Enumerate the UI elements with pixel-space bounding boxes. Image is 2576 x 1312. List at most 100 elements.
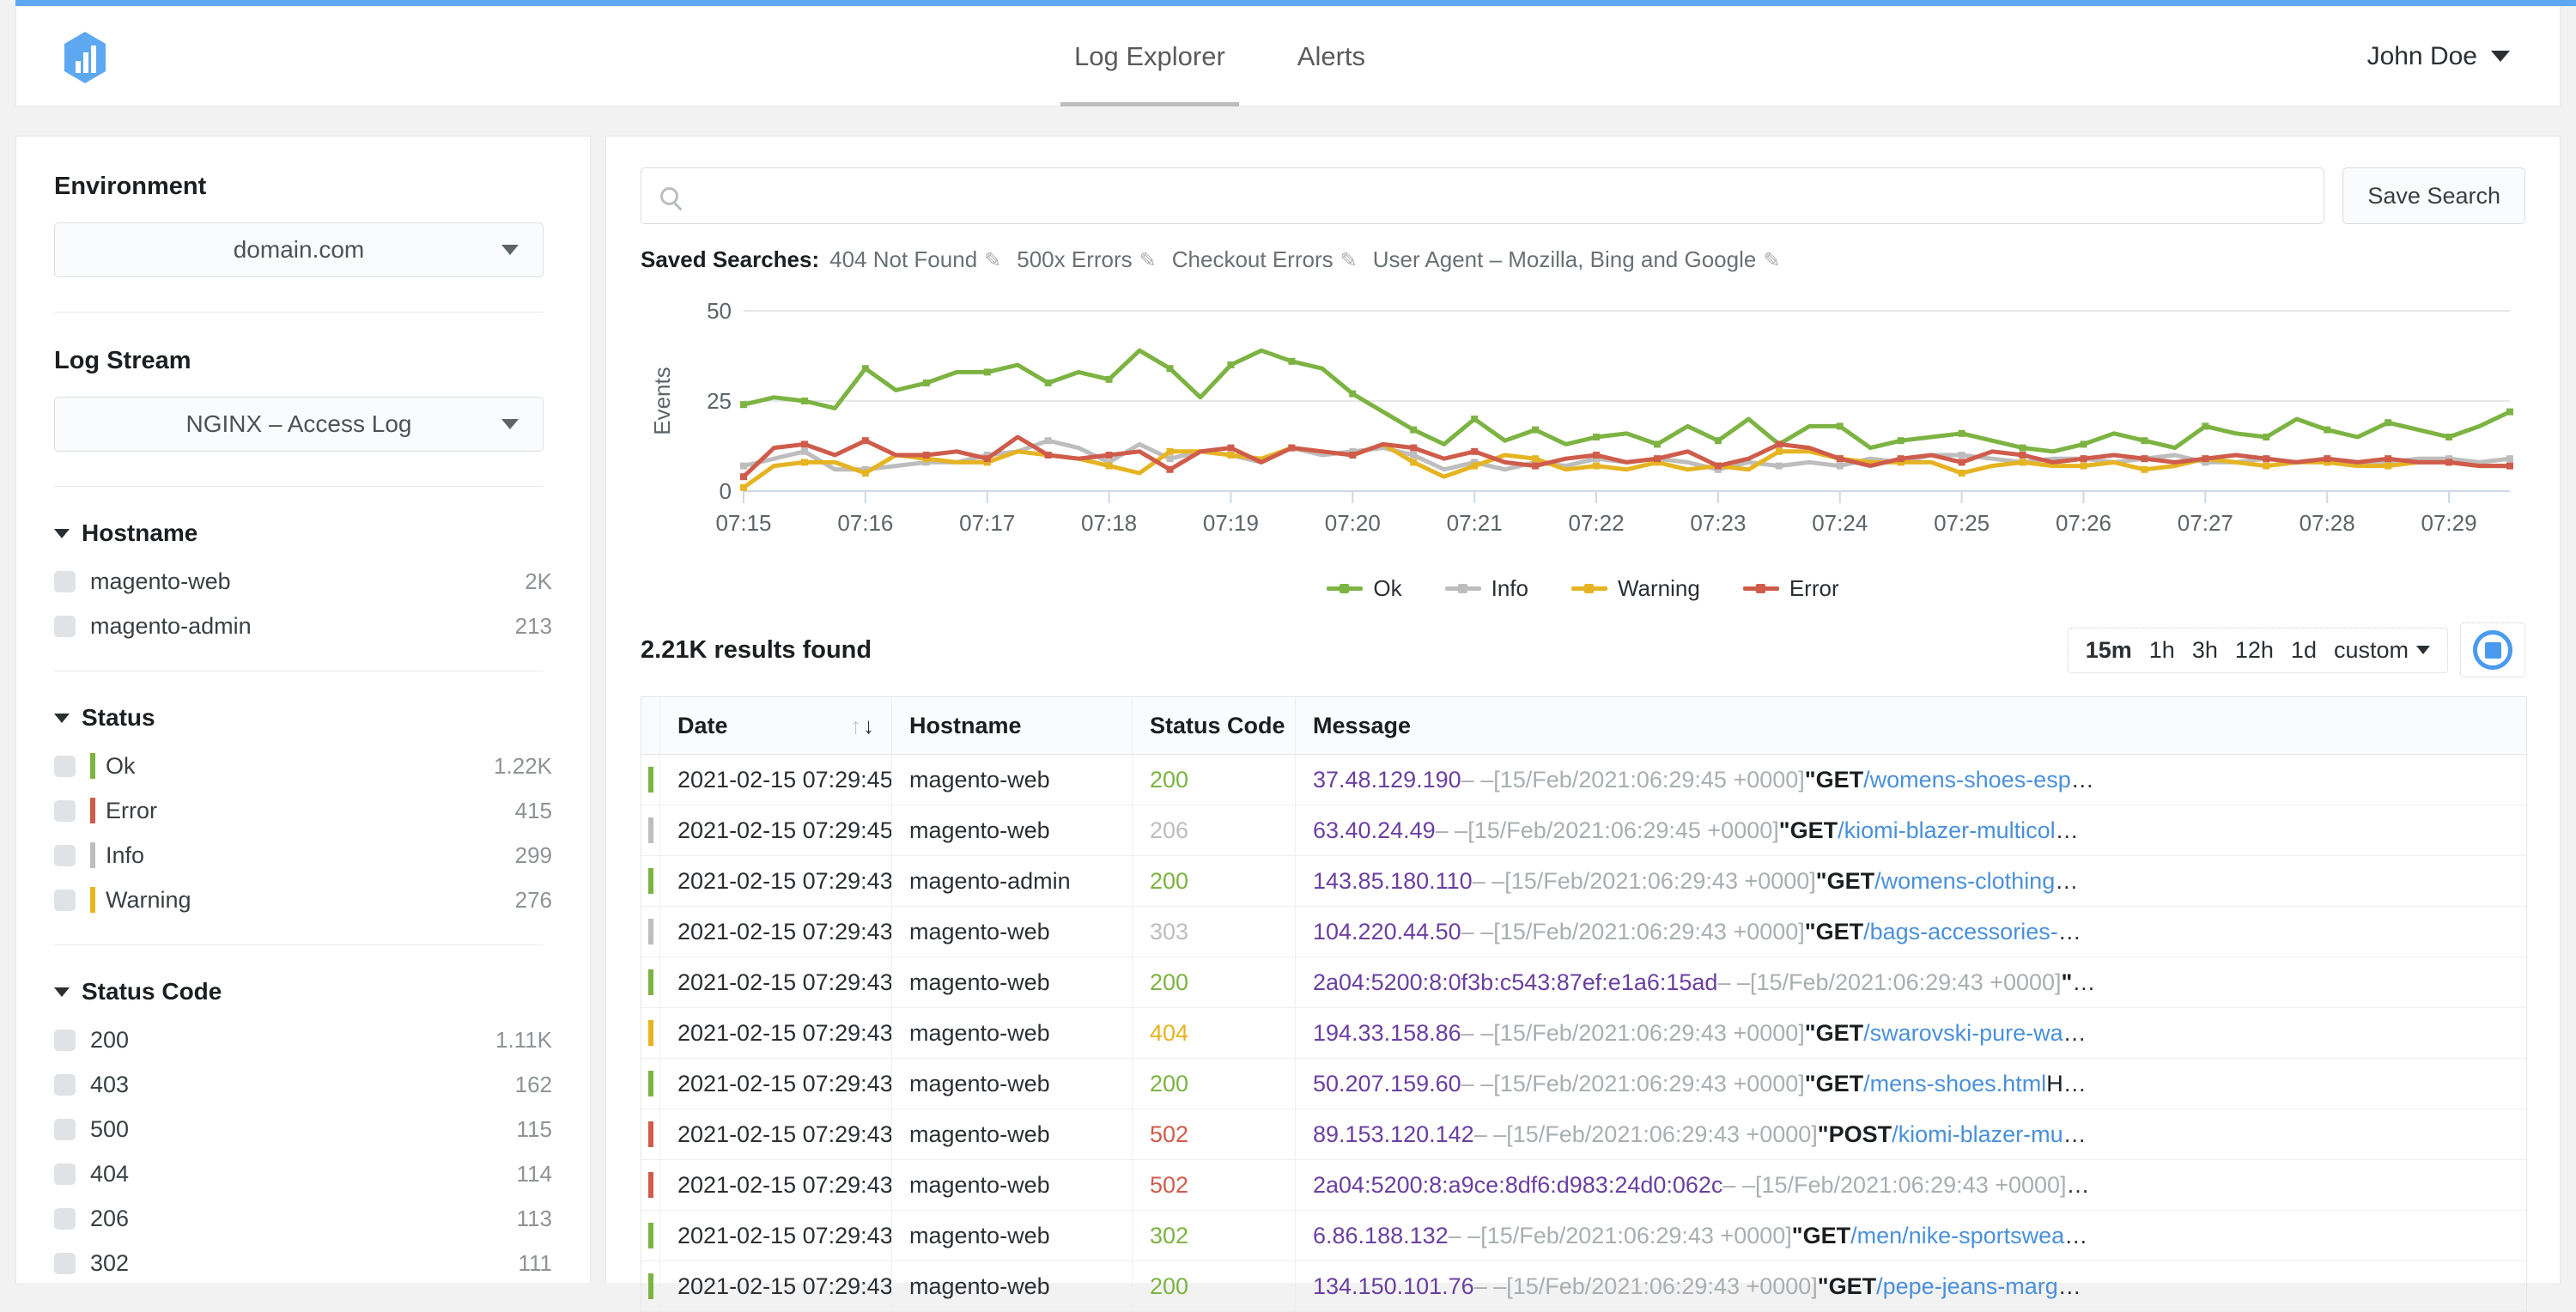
- tab-alerts[interactable]: Alerts: [1261, 6, 1401, 106]
- tab-log-explorer[interactable]: Log Explorer: [1038, 6, 1261, 106]
- log-ip: 2a04:5200:8:0f3b:c543:87ef:e1a6:15ad: [1313, 969, 1718, 995]
- chart-point-marker: [740, 401, 747, 409]
- facet-toggle-hostname[interactable]: Hostname: [54, 519, 552, 547]
- table-row[interactable]: 2021-02-15 07:29:43 magento-web 303 104.220…: [641, 907, 2526, 957]
- facet-item-warning[interactable]: Warning 276: [54, 878, 552, 922]
- facet-item-label: magento-admin: [90, 612, 252, 639]
- time-range-3h[interactable]: 3h: [2192, 637, 2218, 664]
- saved-search-item[interactable]: 404 Not Found: [829, 246, 977, 273]
- log-quote: ": [1804, 918, 1816, 945]
- user-menu[interactable]: John Doe: [2367, 6, 2510, 106]
- cell-date: 2021-02-15 07:29:43: [660, 1008, 892, 1058]
- log-stream-select[interactable]: NGINX – Access Log: [54, 397, 544, 452]
- time-range-custom[interactable]: custom: [2334, 637, 2430, 664]
- search-box[interactable]: [641, 167, 2325, 224]
- saved-search-item[interactable]: User Agent – Mozilla, Bing and Google: [1373, 246, 1757, 273]
- facet-checkbox[interactable]: [54, 1163, 76, 1185]
- log-timestamp: [15/Feb/2021:06:29:43 +0000]: [1749, 969, 2062, 995]
- table-row[interactable]: 2021-02-15 07:29:43 magento-web 200 134.150…: [641, 1261, 2526, 1312]
- log-ip: 2a04:5200:8:a9ce:8df6:d983:24d0:062c: [1313, 1171, 1723, 1198]
- facet-item-label: 200: [90, 1026, 130, 1053]
- facet-item-error[interactable]: Error 415: [54, 788, 552, 833]
- legend-item-warning[interactable]: Warning: [1571, 575, 1700, 602]
- sort-arrows-icon[interactable]: ↑ ↓: [850, 713, 874, 739]
- column-header-date[interactable]: Date ↑ ↓: [660, 697, 892, 754]
- table-row[interactable]: 2021-02-15 07:29:43 magento-admin 200 143.8…: [641, 856, 2526, 907]
- main-nav: Log Explorer Alerts: [1038, 6, 1401, 106]
- table-row[interactable]: 2021-02-15 07:29:43 magento-web 502 89.153.…: [641, 1109, 2526, 1160]
- facet-toggle-status-code[interactable]: Status Code: [54, 978, 552, 1005]
- table-row[interactable]: 2021-02-15 07:29:43 magento-web 200 50.207.…: [641, 1059, 2526, 1109]
- search-input[interactable]: [690, 182, 2306, 210]
- facet-rows: magento-web 2K magento-admin 213: [54, 559, 552, 648]
- facet-rows: Ok 1.22K Error 415 Info 299 Warning 276: [54, 744, 552, 922]
- facet-item-404[interactable]: 404 114: [54, 1151, 552, 1196]
- facet-toggle-status[interactable]: Status: [54, 704, 552, 732]
- facet-item-magento-admin[interactable]: magento-admin 213: [54, 604, 552, 648]
- facet-checkbox[interactable]: [54, 1118, 76, 1140]
- legend-item-info[interactable]: Info: [1444, 575, 1528, 602]
- facet-checkbox[interactable]: [54, 1029, 76, 1051]
- chart-ytick-label: 0: [720, 478, 732, 504]
- facet-checkbox[interactable]: [54, 570, 76, 592]
- table-row[interactable]: 2021-02-15 07:29:45 magento-web 200 37.48.1…: [641, 755, 2526, 805]
- column-header-hostname[interactable]: Hostname: [892, 697, 1133, 754]
- table-row[interactable]: 2021-02-15 07:29:43 magento-web 404 194.33.…: [641, 1008, 2526, 1059]
- legend-item-error[interactable]: Error: [1742, 575, 1839, 602]
- facet-checkbox[interactable]: [54, 1073, 76, 1096]
- facet-checkbox[interactable]: [54, 1207, 76, 1230]
- time-range-15m[interactable]: 15m: [2086, 637, 2132, 664]
- pencil-icon[interactable]: ✎: [984, 248, 1001, 273]
- table-row[interactable]: 2021-02-15 07:29:43 magento-web 200 2a04:52…: [641, 957, 2526, 1008]
- facet-checkbox[interactable]: [54, 755, 76, 777]
- cell-date: 2021-02-15 07:29:45: [660, 805, 892, 855]
- facet-item-count: 111: [518, 1249, 552, 1276]
- facet-checkbox[interactable]: [54, 799, 76, 822]
- stop-circle-icon[interactable]: [2473, 630, 2512, 670]
- save-search-button[interactable]: Save Search: [2342, 167, 2525, 224]
- saved-search-item[interactable]: 500x Errors: [1017, 246, 1132, 273]
- facet-item-magento-web[interactable]: magento-web 2K: [54, 559, 552, 604]
- chart-point-marker: [1836, 455, 1844, 463]
- table-row[interactable]: 2021-02-15 07:29:43 magento-web 502 2a04:52…: [641, 1160, 2526, 1211]
- chart-point-marker: [1044, 437, 1052, 445]
- column-header-status-code[interactable]: Status Code: [1133, 697, 1296, 754]
- legend-item-ok[interactable]: Ok: [1327, 575, 1402, 602]
- saved-search-item[interactable]: Checkout Errors: [1172, 246, 1334, 273]
- facet-item-ok[interactable]: Ok 1.22K: [54, 744, 552, 788]
- pencil-icon[interactable]: ✎: [1340, 248, 1358, 273]
- log-quote: ": [1817, 1121, 1829, 1147]
- facet-item-label: Ok: [106, 752, 136, 779]
- table-row[interactable]: 2021-02-15 07:29:45 magento-web 206 63.40.2…: [641, 805, 2526, 856]
- facet-checkbox[interactable]: [54, 889, 76, 911]
- facet-checkbox[interactable]: [54, 1252, 76, 1274]
- facet-item-302[interactable]: 302 111: [54, 1241, 552, 1285]
- log-quote: ": [2061, 969, 2073, 995]
- triangle-down-icon: [54, 987, 70, 997]
- legend-swatch: [1742, 584, 1779, 593]
- facet-checkbox[interactable]: [54, 615, 76, 637]
- facet-item-info[interactable]: Info 299: [54, 833, 552, 878]
- chart-point-marker: [1105, 375, 1113, 383]
- log-path: /pepe-jeans-marg: [1876, 1273, 2058, 1299]
- pencil-icon[interactable]: ✎: [1763, 248, 1780, 273]
- time-range-12h[interactable]: 12h: [2235, 637, 2274, 664]
- top-accent-bar: [15, 0, 2576, 6]
- facet-checkbox[interactable]: [54, 844, 76, 866]
- facet-item-403[interactable]: 403 162: [54, 1062, 552, 1107]
- environment-select[interactable]: domain.com: [54, 222, 544, 277]
- table-row[interactable]: 2021-02-15 07:29:43 magento-web 302 6.86.18…: [641, 1211, 2526, 1261]
- cell-message: 2a04:5200:8:a9ce:8df6:d983:24d0:062c – –…: [1296, 1160, 2526, 1210]
- app-logo[interactable]: [58, 30, 112, 85]
- column-header-message[interactable]: Message: [1296, 697, 2526, 754]
- facet-item-label: 500: [90, 1115, 130, 1142]
- pencil-icon[interactable]: ✎: [1139, 248, 1157, 273]
- log-ellipsis: …: [2057, 1273, 2081, 1299]
- facet-item-count: 2K: [525, 568, 552, 594]
- time-range-1h[interactable]: 1h: [2149, 637, 2175, 664]
- facet-item-500[interactable]: 500 115: [54, 1107, 552, 1151]
- time-range-1d[interactable]: 1d: [2291, 637, 2317, 664]
- facet-rows: 200 1.11K 403 162 500 115 404 114 206 113 302 111: [54, 1017, 552, 1285]
- facet-item-206[interactable]: 206 113: [54, 1196, 552, 1241]
- facet-item-200[interactable]: 200 1.11K: [54, 1017, 552, 1062]
